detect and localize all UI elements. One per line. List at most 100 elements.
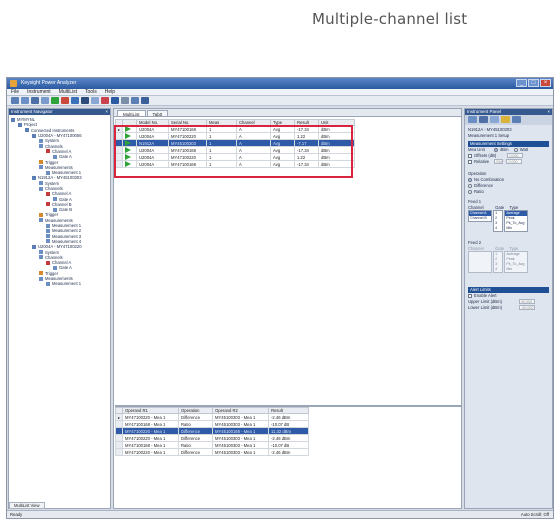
menu-instrument[interactable]: Instrument [27,89,51,95]
table-cell: Ratio [178,441,214,449]
tree-item[interactable]: Measurement 1 [11,281,110,286]
offsets-checkbox[interactable] [468,153,472,158]
menu-help[interactable]: Help [105,89,115,95]
unit-watt-radio[interactable] [513,147,518,152]
feed2-type-list[interactable]: Average Peak Pk_To_Avg Min [504,251,529,273]
table-row[interactable]: MY47100220 - Mea 1 Difference MY45100303 -… [114,448,310,456]
channel-icon [39,186,43,191]
upper-limit-field[interactable]: 90.000 [519,299,536,305]
offsets-field[interactable]: 0.000 [507,153,524,159]
menu-multilist[interactable]: MultiList [59,89,77,95]
table-row[interactable]: MY47100220 - Mea 1 Difference MY45100168 -… [114,427,310,435]
app-window: Keysight Power Analyzer _ □ × File Instr… [6,77,554,519]
op-radio[interactable] [468,189,472,194]
instrument-icon [25,128,29,133]
relative-ref-button[interactable]: Ref [494,159,504,165]
cal-icon[interactable] [81,97,89,104]
table-cell: MY47100220 - Mea 1 [122,413,180,421]
offsets-label: Offsets (dB) [474,153,497,158]
table-cell: MY47100220 - Mea 1 [122,434,180,442]
unit-dbm-radio[interactable] [493,147,498,152]
feed2-gate-list[interactable]: 1234 [493,251,504,273]
meter-icon [32,175,36,180]
help-icon[interactable] [512,116,521,123]
project-icon [18,122,22,127]
layout-icon[interactable] [41,97,49,104]
list-option[interactable]: 4 [494,267,502,272]
table-row[interactable]: MY47100168 - Mea 1 Ratio MY45100303 - Mea … [114,420,310,428]
settings-icon[interactable] [468,116,477,123]
table-cell: -2.46 dBm [268,434,310,442]
system-icon [39,181,43,186]
setup-title: Measurement 1 Setup [468,133,510,138]
feed2-channel-list[interactable] [468,251,492,273]
close-icon[interactable]: × [547,109,550,115]
plus-icon[interactable] [111,97,119,104]
save-icon[interactable] [31,97,39,104]
multilist-view-tab[interactable]: MultiList View [9,502,45,509]
row-header[interactable]: ▸ [114,413,124,421]
trigger-icon[interactable] [490,116,499,123]
tree-item-label: Channel A [52,148,72,154]
op-radio[interactable] [468,177,472,182]
close-icon[interactable]: × [105,109,108,115]
table-row[interactable]: ▸ MY47100220 - Mea 1 Difference MY45100303 … [114,413,310,421]
feed1-type-list[interactable]: Average Peak Pk_To_Avg Min [504,210,529,232]
menu-file[interactable]: File [11,89,19,95]
zero-icon[interactable] [71,97,79,104]
enable-alert-checkbox[interactable] [468,293,472,298]
tree-item-label: Connected Instruments [31,127,75,133]
measurement-icon[interactable] [501,116,510,123]
tree-item-label: Gate A [59,154,72,160]
row-header[interactable] [114,441,124,449]
lower-limit-field[interactable]: -90.000 [519,305,536,311]
marker-icon[interactable] [131,97,139,104]
stop-icon[interactable] [61,97,69,104]
row-header[interactable] [114,448,124,456]
tree-item-label: System [45,138,59,144]
feed1-gate-list[interactable]: 1234 [493,210,504,232]
close-button[interactable]: × [540,79,551,87]
relative-label: Relative [474,159,490,164]
gate-icon [53,154,57,159]
minimize-button[interactable]: _ [516,79,527,87]
relative-field[interactable]: 0.000 [506,159,523,165]
delete-icon[interactable] [101,97,109,104]
tree-item-label: Measurement 1 [52,281,82,287]
navigator-title: Instrument Navigator [11,109,53,114]
row-header[interactable] [114,434,124,442]
tree-item-label: Trigger [45,159,59,165]
op-ratio[interactable]: Ratio [468,189,549,195]
tab-tab0[interactable]: Tab0 [146,110,169,117]
table-row[interactable]: MY47100168 - Mea 1 Ratio MY45100303 - Mea … [114,441,310,449]
relative-checkbox[interactable] [468,159,472,164]
window-controls: _ □ × [516,79,551,87]
list-option[interactable]: Min [505,267,527,272]
list-option[interactable]: Min [505,226,527,231]
table-row[interactable]: MY47100220 - Mea 1 Difference MY45100303 -… [114,434,310,442]
menu-tools[interactable]: Tools [85,89,97,95]
maximize-button[interactable]: □ [528,79,539,87]
search-icon[interactable] [141,97,149,104]
op-radio[interactable] [468,183,472,188]
connect-icon[interactable] [11,97,19,104]
row-header[interactable] [114,420,124,428]
table-cell: MY45100303 - Mea 1 [212,448,270,456]
list-option[interactable]: Channel B [469,216,491,221]
refresh-icon[interactable] [21,97,29,104]
table-cell: MY45100303 - Mea 1 [212,441,270,449]
channel-icon[interactable] [479,116,488,123]
minus-icon[interactable] [121,97,129,104]
row-header[interactable] [114,427,124,435]
feed1-channel-list[interactable]: Channel A Channel B [468,210,492,222]
tab-multilist[interactable]: MultiList [117,110,146,117]
measurement-icon [46,281,50,286]
measurement-icon [46,170,50,175]
tree-item-label: System [45,249,59,255]
status-text: Ready [10,512,23,517]
list-option[interactable]: 4 [494,226,502,231]
tree-item-label: U2004A - MY47100056 [38,133,82,139]
run-icon[interactable] [51,97,59,104]
meas-unit-label: Mea Unit [468,147,485,152]
chart-icon[interactable] [91,97,99,104]
